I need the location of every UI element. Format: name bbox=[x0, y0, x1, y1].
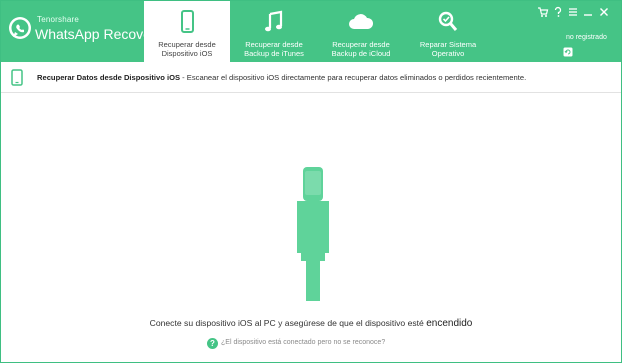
music-note-icon bbox=[265, 10, 283, 32]
menu-icon[interactable] bbox=[567, 6, 579, 18]
help-icon[interactable] bbox=[552, 6, 564, 18]
tab-recover-ios-device[interactable]: Recuperar desde Dispositivo iOS bbox=[144, 1, 230, 62]
connect-device-prompt: Conecte su dispositivo iOS al PC y asegú… bbox=[1, 318, 621, 329]
cloud-icon bbox=[349, 14, 374, 29]
registration-status-link[interactable]: no registrado bbox=[566, 34, 607, 41]
app-window: Tenorshare WhatsApp Recovery Recuperar d… bbox=[0, 0, 622, 363]
info-description: Recuperar Datos desde Dispositivo iOS - … bbox=[37, 73, 526, 82]
phone-icon bbox=[11, 69, 23, 86]
prompt-emphasis: encendido bbox=[426, 318, 473, 329]
whatsapp-logo-icon bbox=[9, 17, 31, 39]
phone-icon bbox=[181, 10, 194, 33]
tab-recover-itunes-backup[interactable]: Recuperar desde Backup de iTunes bbox=[231, 1, 317, 62]
tab-repair-os[interactable]: Reparar Sistema Operativo bbox=[405, 1, 491, 62]
tab-recover-icloud-backup[interactable]: Recuperar desde Backup de iCloud bbox=[318, 1, 404, 62]
info-detail: - Escanear el dispositivo iOS directamen… bbox=[180, 73, 527, 82]
close-icon[interactable] bbox=[598, 6, 610, 18]
tab-label: Recuperar desde Backup de iTunes bbox=[244, 40, 304, 58]
lightning-cable-icon bbox=[297, 167, 329, 301]
tab-label: Reparar Sistema Operativo bbox=[419, 40, 477, 58]
header-bar: Tenorshare WhatsApp Recovery Recuperar d… bbox=[1, 1, 621, 62]
tab-label: Recuperar desde Dispositivo iOS bbox=[158, 40, 216, 58]
info-bar: Recuperar Datos desde Dispositivo iOS - … bbox=[1, 62, 621, 93]
brand-name: Tenorshare bbox=[37, 15, 80, 24]
refresh-icon[interactable] bbox=[563, 47, 573, 57]
info-title: Recuperar Datos desde Dispositivo iOS bbox=[37, 73, 181, 82]
wrench-search-icon bbox=[438, 11, 458, 31]
question-circle-icon: ? bbox=[207, 338, 218, 349]
prompt-text: Conecte su dispositivo iOS al PC y asegú… bbox=[149, 318, 427, 328]
minimize-icon[interactable] bbox=[582, 6, 594, 18]
help-link-text[interactable]: ¿El dispositivo está conectado pero no s… bbox=[221, 339, 385, 346]
cart-icon[interactable] bbox=[537, 6, 549, 18]
tab-label: Recuperar desde Backup de iCloud bbox=[331, 40, 391, 58]
